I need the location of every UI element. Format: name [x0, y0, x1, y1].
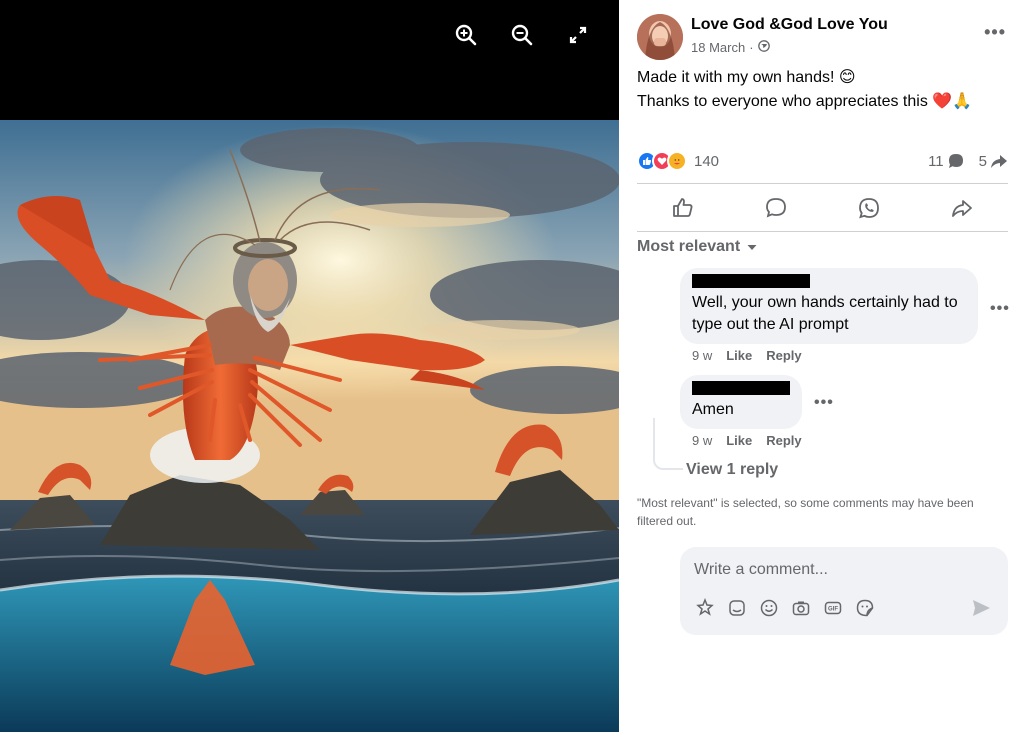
- caret-down-icon: [747, 245, 757, 250]
- send-icon[interactable]: [970, 597, 992, 619]
- comment-1-like-link[interactable]: Like: [726, 348, 752, 363]
- comment-1: Well, your own hands certainly had to ty…: [680, 268, 978, 363]
- care-reaction-icon: [667, 151, 687, 171]
- comment-1-text: Well, your own hands certainly had to ty…: [692, 294, 958, 333]
- redacted-name-2: [692, 381, 790, 395]
- share-icon: [951, 200, 972, 217]
- share-arrow-icon: [991, 155, 1007, 168]
- comment-sort-dropdown[interactable]: Most relevant: [637, 238, 758, 256]
- viewer-toolbar: [451, 0, 619, 70]
- avatar-sticker-icon[interactable]: [694, 597, 716, 619]
- emoji-icon[interactable]: [758, 597, 780, 619]
- like-button[interactable]: [653, 190, 713, 226]
- view-replies-link[interactable]: View 1 reply: [686, 461, 778, 479]
- post-text-line-1: Made it with my own hands! 😊: [637, 69, 856, 86]
- expand-icon[interactable]: [563, 20, 593, 50]
- share-count[interactable]: 5: [979, 152, 1008, 170]
- composer-icons: GIF: [694, 597, 876, 619]
- svg-text:GIF: GIF: [828, 607, 838, 613]
- post-date[interactable]: 18 March: [691, 40, 745, 55]
- post-image[interactable]: [0, 120, 619, 732]
- divider-bottom: [637, 231, 1008, 232]
- comment-2-meta: 9 w Like Reply: [692, 433, 832, 448]
- zoom-in-icon[interactable]: [451, 20, 481, 50]
- sort-label: Most relevant: [637, 238, 741, 255]
- divider-top: [637, 183, 1008, 184]
- post-options-button[interactable]: •••: [984, 22, 1006, 43]
- thread-connector: [653, 418, 683, 470]
- post-text: Made it with my own hands! 😊 Thanks to e…: [637, 66, 1007, 114]
- camera-icon[interactable]: [790, 597, 812, 619]
- comment-composer: GIF: [680, 547, 1008, 635]
- comment-2-time[interactable]: 9 w: [692, 433, 712, 448]
- comment-1-time[interactable]: 9 w: [692, 348, 712, 363]
- reaction-icons[interactable]: [637, 151, 687, 171]
- reaction-count[interactable]: 140: [694, 153, 719, 170]
- comment-2-reply-link[interactable]: Reply: [766, 433, 801, 448]
- whatsapp-icon: [858, 198, 879, 219]
- comment-1-bubble: Well, your own hands certainly had to ty…: [680, 268, 978, 344]
- sticker-icon[interactable]: [726, 597, 748, 619]
- comment-1-reply-link[interactable]: Reply: [766, 348, 801, 363]
- comment-count[interactable]: 11: [928, 152, 965, 170]
- share-count-value: 5: [978, 152, 987, 170]
- post-header: Love God &God Love You 18 March · •••: [637, 14, 1006, 62]
- meta-separator: ·: [749, 40, 754, 55]
- comment-2-options-button[interactable]: •••: [814, 394, 834, 412]
- comment-icon: [766, 198, 787, 218]
- redacted-name-1: [692, 274, 810, 288]
- reactions-row: 140 11 5: [637, 148, 1008, 174]
- post-actions: [637, 190, 1008, 226]
- share-button[interactable]: [932, 190, 992, 226]
- comment-2-text: Amen: [692, 401, 734, 418]
- comment-input[interactable]: [694, 557, 984, 583]
- comment-2: Amen 9 w Like Reply: [680, 375, 802, 448]
- comment-count-value: 11: [928, 152, 944, 170]
- comment-bubble-icon: [948, 154, 963, 168]
- comment-button[interactable]: [746, 190, 806, 226]
- sticker-face-icon[interactable]: [854, 597, 876, 619]
- comment-1-options-button[interactable]: •••: [990, 300, 1010, 318]
- comment-2-bubble: Amen: [680, 375, 802, 429]
- globe-icon: [757, 40, 770, 55]
- like-icon: [673, 198, 693, 217]
- post-stats: 11 5: [928, 152, 1008, 170]
- comment-1-meta: 9 w Like Reply: [692, 348, 978, 363]
- post-text-line-2: Thanks to everyone who appreciates this …: [637, 93, 973, 110]
- post-meta: 18 March ·: [691, 40, 770, 55]
- author-avatar[interactable]: [637, 14, 683, 60]
- gif-icon[interactable]: GIF: [822, 597, 844, 619]
- author-name[interactable]: Love God &God Love You: [691, 16, 888, 34]
- filter-notice: "Most relevant" is selected, so some com…: [637, 496, 974, 528]
- comment-2-like-link[interactable]: Like: [726, 433, 752, 448]
- whatsapp-button[interactable]: [839, 190, 899, 226]
- zoom-out-icon[interactable]: [507, 20, 537, 50]
- photo-viewer: [0, 0, 619, 732]
